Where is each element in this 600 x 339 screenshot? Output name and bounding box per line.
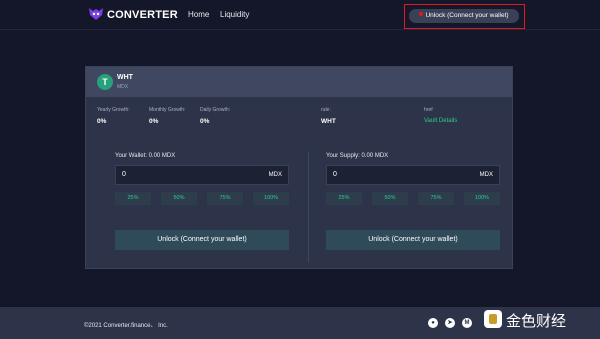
rule-label: rule: xyxy=(321,107,331,113)
medium-icon[interactable]: M xyxy=(462,318,472,328)
yearly-growth-label: Yearly Growth: xyxy=(97,107,130,113)
wallet-75-percent-button[interactable]: 75% xyxy=(207,192,243,205)
href-label: href xyxy=(424,107,433,113)
supply-amount-value: 0 xyxy=(333,171,337,178)
nav-liquidity-link[interactable]: Liquidity xyxy=(220,10,249,19)
header-unlock-wallet-button[interactable]: Unlock (Connect your wallet) xyxy=(409,9,519,23)
supply-50-percent-button[interactable]: 50% xyxy=(372,192,408,205)
token-subtitle: MDX xyxy=(117,84,129,90)
yearly-growth-value: 0% xyxy=(97,118,107,125)
supply-unlock-button[interactable]: Unlock (Connect your wallet) xyxy=(326,230,500,250)
monthly-growth-value: 0% xyxy=(149,118,159,125)
wallet-unlock-button[interactable]: Unlock (Connect your wallet) xyxy=(115,230,289,250)
status-dot-icon xyxy=(419,12,424,17)
wallet-25-percent-button[interactable]: 25% xyxy=(115,192,151,205)
supply-25-percent-button[interactable]: 25% xyxy=(326,192,362,205)
panel-divider xyxy=(308,152,309,262)
telegram-icon[interactable]: ➤ xyxy=(445,318,455,328)
vault-card: T WHT MDX Yearly Growth: 0% Monthly Grow… xyxy=(85,66,513,269)
daily-growth-label: Daily Growth: xyxy=(200,107,231,113)
supply-amount-unit: MDX xyxy=(479,172,493,178)
token-name: WHT xyxy=(117,74,133,81)
wallet-amount-unit: MDX xyxy=(268,172,282,178)
jinse-logo-icon xyxy=(484,310,502,328)
monthly-growth-label: Monthly Growth: xyxy=(149,107,186,113)
brand-name[interactable]: CONVERTER xyxy=(107,9,178,21)
wallet-balance-label: Your Wallet: 0.00 MDX xyxy=(115,153,176,159)
supply-balance-label: Your Supply: 0.00 MDX xyxy=(326,153,389,159)
unlock-highlight-box: Unlock (Connect your wallet) xyxy=(404,4,525,29)
tether-token-icon: T xyxy=(97,74,113,90)
wallet-50-percent-button[interactable]: 50% xyxy=(161,192,197,205)
wallet-amount-value: 0 xyxy=(122,171,126,178)
header-unlock-label: Unlock (Connect your wallet) xyxy=(425,12,509,19)
vault-card-header: T WHT MDX xyxy=(86,67,512,97)
nav-home-link[interactable]: Home xyxy=(188,10,209,19)
copyright-text: ©2021 Converter.finance、 Inc. xyxy=(84,323,168,329)
converter-logo-icon[interactable] xyxy=(88,7,104,21)
supply-75-percent-button[interactable]: 75% xyxy=(418,192,454,205)
top-nav-bar: CONVERTER Home Liquidity Unlock (Connect… xyxy=(0,0,600,30)
rule-value: WHT xyxy=(321,118,336,125)
wallet-amount-input[interactable]: 0 MDX xyxy=(115,165,289,185)
watermark-text: 金色财经 xyxy=(506,312,567,330)
daily-growth-value: 0% xyxy=(200,118,210,125)
vault-details-link[interactable]: Vault Details xyxy=(424,118,457,124)
wallet-100-percent-button[interactable]: 100% xyxy=(253,192,289,205)
supply-amount-input[interactable]: 0 MDX xyxy=(326,165,500,185)
supply-100-percent-button[interactable]: 100% xyxy=(464,192,500,205)
github-icon[interactable]: ● xyxy=(428,318,438,328)
